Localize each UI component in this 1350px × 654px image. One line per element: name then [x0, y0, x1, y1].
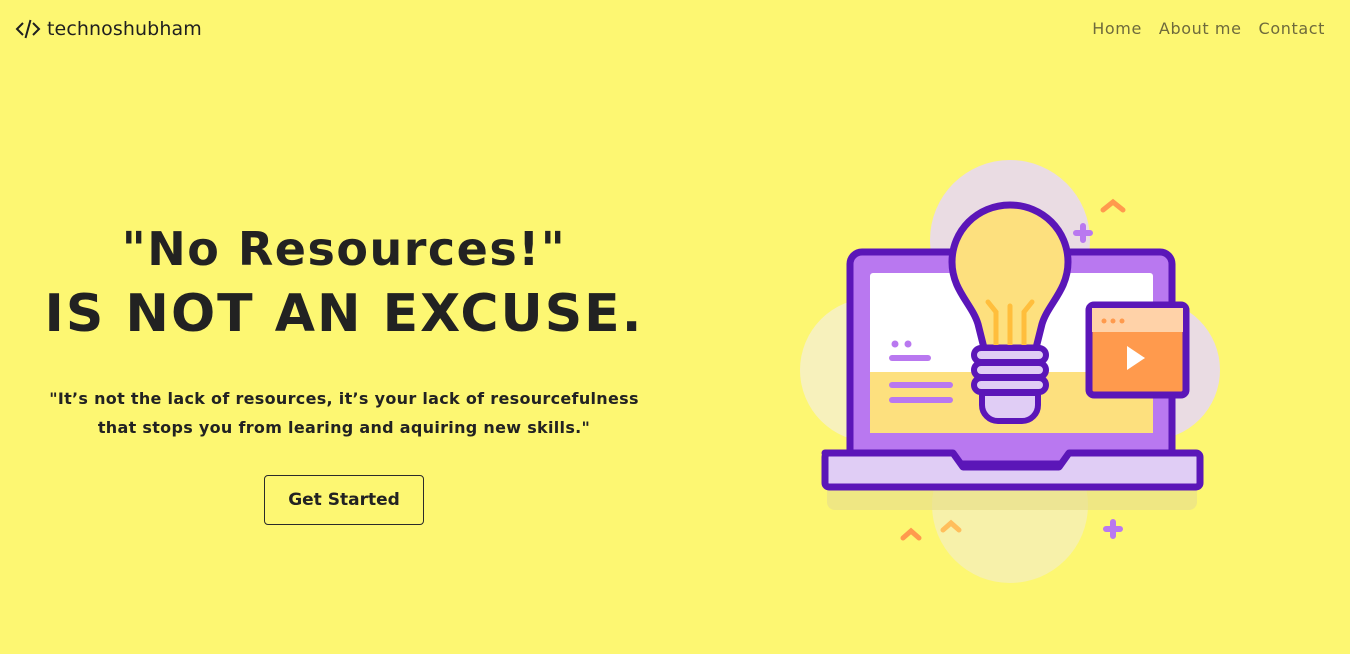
brand-name: technoshubham: [47, 18, 202, 40]
headline-line-1: "No Resources!": [121, 222, 567, 276]
navbar: technoshubham Home About me Contact: [0, 0, 1350, 60]
hero-headline: "No Resources!" IS NOT AN EXCUSE.: [40, 218, 648, 348]
get-started-button[interactable]: Get Started: [264, 475, 424, 525]
nav-item-about: About me: [1159, 19, 1242, 38]
video-window-icon: [1085, 301, 1190, 399]
code-brackets-icon: [15, 19, 41, 39]
quote-line-1: "It’s not the lack of resources, it’s yo…: [49, 389, 639, 408]
brand-logo-link[interactable]: technoshubham: [15, 17, 202, 41]
hero-text: "No Resources!" IS NOT AN EXCUSE. "It’s …: [40, 218, 648, 442]
nav-menu: Home About me Contact: [1092, 19, 1325, 38]
laptop-lightbulb-illustration: [800, 160, 1220, 583]
nav-link-contact[interactable]: Contact: [1259, 19, 1325, 38]
nav-item-contact: Contact: [1259, 19, 1325, 38]
hero-quote: "It’s not the lack of resources, it’s yo…: [40, 384, 648, 442]
quote-line-2: that stops you from learing and aquiring…: [97, 418, 591, 437]
nav-link-home[interactable]: Home: [1092, 19, 1142, 38]
nav-item-home: Home: [1092, 19, 1142, 38]
headline-line-2: IS NOT AN EXCUSE.: [44, 284, 644, 344]
nav-link-about[interactable]: About me: [1159, 19, 1242, 38]
